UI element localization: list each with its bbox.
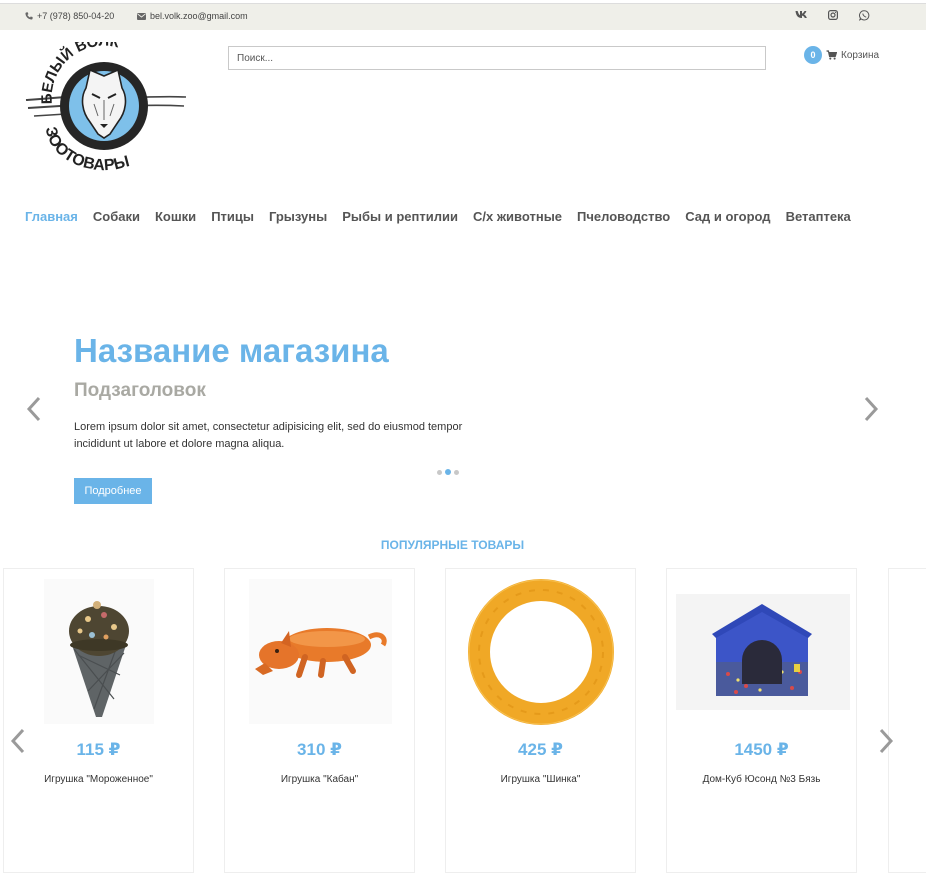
- nav-item-fish-reptiles[interactable]: Рыбы и рептилии: [342, 209, 458, 224]
- product-price: 310 ₽: [297, 740, 342, 759]
- hero-title: Название магазина: [74, 332, 389, 369]
- cart-count-badge: 0: [804, 46, 822, 64]
- logo[interactable]: БЕЛЫЙ ВОЛК ЗООТОВАРЫ: [24, 33, 188, 176]
- slider-dot-active[interactable]: [445, 469, 451, 475]
- slider-dot[interactable]: [454, 469, 459, 475]
- nav-item-birds[interactable]: Птицы: [211, 209, 254, 224]
- product-name[interactable]: Дом-Куб Юсонд №3 Бязь: [667, 774, 856, 785]
- chevron-right-icon: [864, 396, 879, 422]
- product-name[interactable]: Игрушка "Кабан": [225, 774, 414, 785]
- hero-subtitle: Подзаголовок: [74, 380, 206, 401]
- cart-icon: [826, 50, 837, 60]
- product-image: [676, 594, 850, 710]
- product-image: [468, 579, 614, 725]
- phone-number: +7 (978) 850-04-20: [37, 11, 115, 21]
- email-address: bel.volk.zoo@gmail.com: [150, 11, 248, 21]
- nav-item-beekeeping[interactable]: Пчеловодство: [577, 209, 670, 224]
- product-image: [44, 579, 154, 724]
- phone-icon: [25, 12, 33, 20]
- popular-section-title: ПОПУЛЯРНЫЕ ТОВАРЫ: [380, 538, 525, 552]
- nav-item-home[interactable]: Главная: [25, 209, 78, 224]
- product-card[interactable]: 115 ₽ Игрушка "Мороженное": [3, 568, 194, 873]
- nav-item-rodents[interactable]: Грызуны: [269, 209, 327, 224]
- cart-button[interactable]: 0 Корзина: [804, 46, 879, 64]
- email-contact[interactable]: bel.volk.zoo@gmail.com: [137, 11, 248, 21]
- search-input[interactable]: [228, 46, 766, 70]
- whatsapp-icon[interactable]: [858, 10, 870, 24]
- product-price: 115 ₽: [76, 740, 121, 759]
- product-image: [249, 579, 392, 724]
- product-price: 425 ₽: [518, 740, 563, 759]
- mail-icon: [137, 12, 146, 20]
- slider-next-arrow[interactable]: [861, 394, 881, 424]
- nav-item-dogs[interactable]: Собаки: [93, 209, 140, 224]
- main-nav: Главная Собаки Кошки Птицы Грызуны Рыбы …: [25, 209, 851, 224]
- chevron-right-icon: [879, 728, 894, 754]
- product-price: 1450 ₽: [734, 740, 789, 759]
- slider-dot[interactable]: [437, 469, 442, 475]
- nav-item-vet-pharmacy[interactable]: Ветаптека: [786, 209, 851, 224]
- hero-text: Lorem ipsum dolor sit amet, consectetur …: [74, 421, 463, 450]
- nav-item-garden[interactable]: Сад и огород: [685, 209, 770, 224]
- slider-prev-arrow[interactable]: [24, 394, 44, 424]
- hero-more-button[interactable]: Подробнее: [74, 478, 152, 504]
- product-card-partial[interactable]: [888, 568, 926, 873]
- nav-item-farm-animals[interactable]: С/х животные: [473, 209, 562, 224]
- product-card[interactable]: 425 ₽ Игрушка "Шинка": [445, 568, 636, 873]
- products-prev-arrow[interactable]: [8, 726, 28, 756]
- product-card[interactable]: 310 ₽ Игрушка "Кабан": [224, 568, 415, 873]
- slider-dots: [437, 469, 459, 475]
- chevron-left-icon: [10, 728, 25, 754]
- product-card[interactable]: 1450 ₽ Дом-Куб Юсонд №3 Бязь: [666, 568, 857, 873]
- products-next-arrow[interactable]: [876, 726, 896, 756]
- chevron-left-icon: [26, 396, 41, 422]
- vk-icon[interactable]: [795, 10, 808, 22]
- nav-item-cats[interactable]: Кошки: [155, 209, 196, 224]
- top-bar: +7 (978) 850-04-20 bel.volk.zoo@gmail.co…: [0, 3, 926, 30]
- product-name[interactable]: Игрушка "Мороженное": [4, 774, 193, 785]
- cart-label: Корзина: [841, 49, 880, 61]
- phone-contact[interactable]: +7 (978) 850-04-20: [25, 11, 114, 21]
- instagram-icon[interactable]: [828, 10, 839, 23]
- product-name[interactable]: Игрушка "Шинка": [446, 774, 635, 785]
